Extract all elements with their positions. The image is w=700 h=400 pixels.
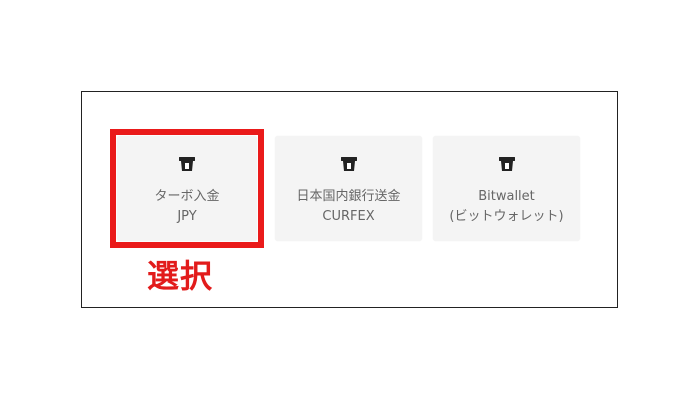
- bank-card-icon: [340, 157, 357, 171]
- deposit-option-sub: (ビットウォレット): [449, 209, 564, 224]
- select-annotation-label: 選択: [147, 257, 214, 295]
- deposit-option-name: ターボ入金: [154, 189, 220, 204]
- deposit-option-turbo-jpy[interactable]: ターボ入金 JPY: [117, 136, 257, 241]
- bank-card-icon: [179, 157, 195, 171]
- deposit-option-sub: JPY: [177, 209, 197, 224]
- bank-card-icon: [498, 157, 515, 171]
- deposit-option-name: 日本国内銀行送金: [296, 189, 401, 204]
- deposit-option-label: ターボ入金 JPY: [154, 187, 219, 227]
- deposit-option-sub: CURFEX: [322, 209, 375, 224]
- deposit-option-bitwallet[interactable]: Bitwallet (ビットウォレット): [433, 136, 580, 241]
- deposit-option-name: Bitwallet: [478, 189, 535, 204]
- deposit-option-label: Bitwallet (ビットウォレット): [449, 187, 563, 227]
- deposit-option-domestic-bank-curfex[interactable]: 日本国内銀行送金 CURFEX: [275, 136, 422, 241]
- deposit-option-label: 日本国内銀行送金 CURFEX: [296, 187, 400, 227]
